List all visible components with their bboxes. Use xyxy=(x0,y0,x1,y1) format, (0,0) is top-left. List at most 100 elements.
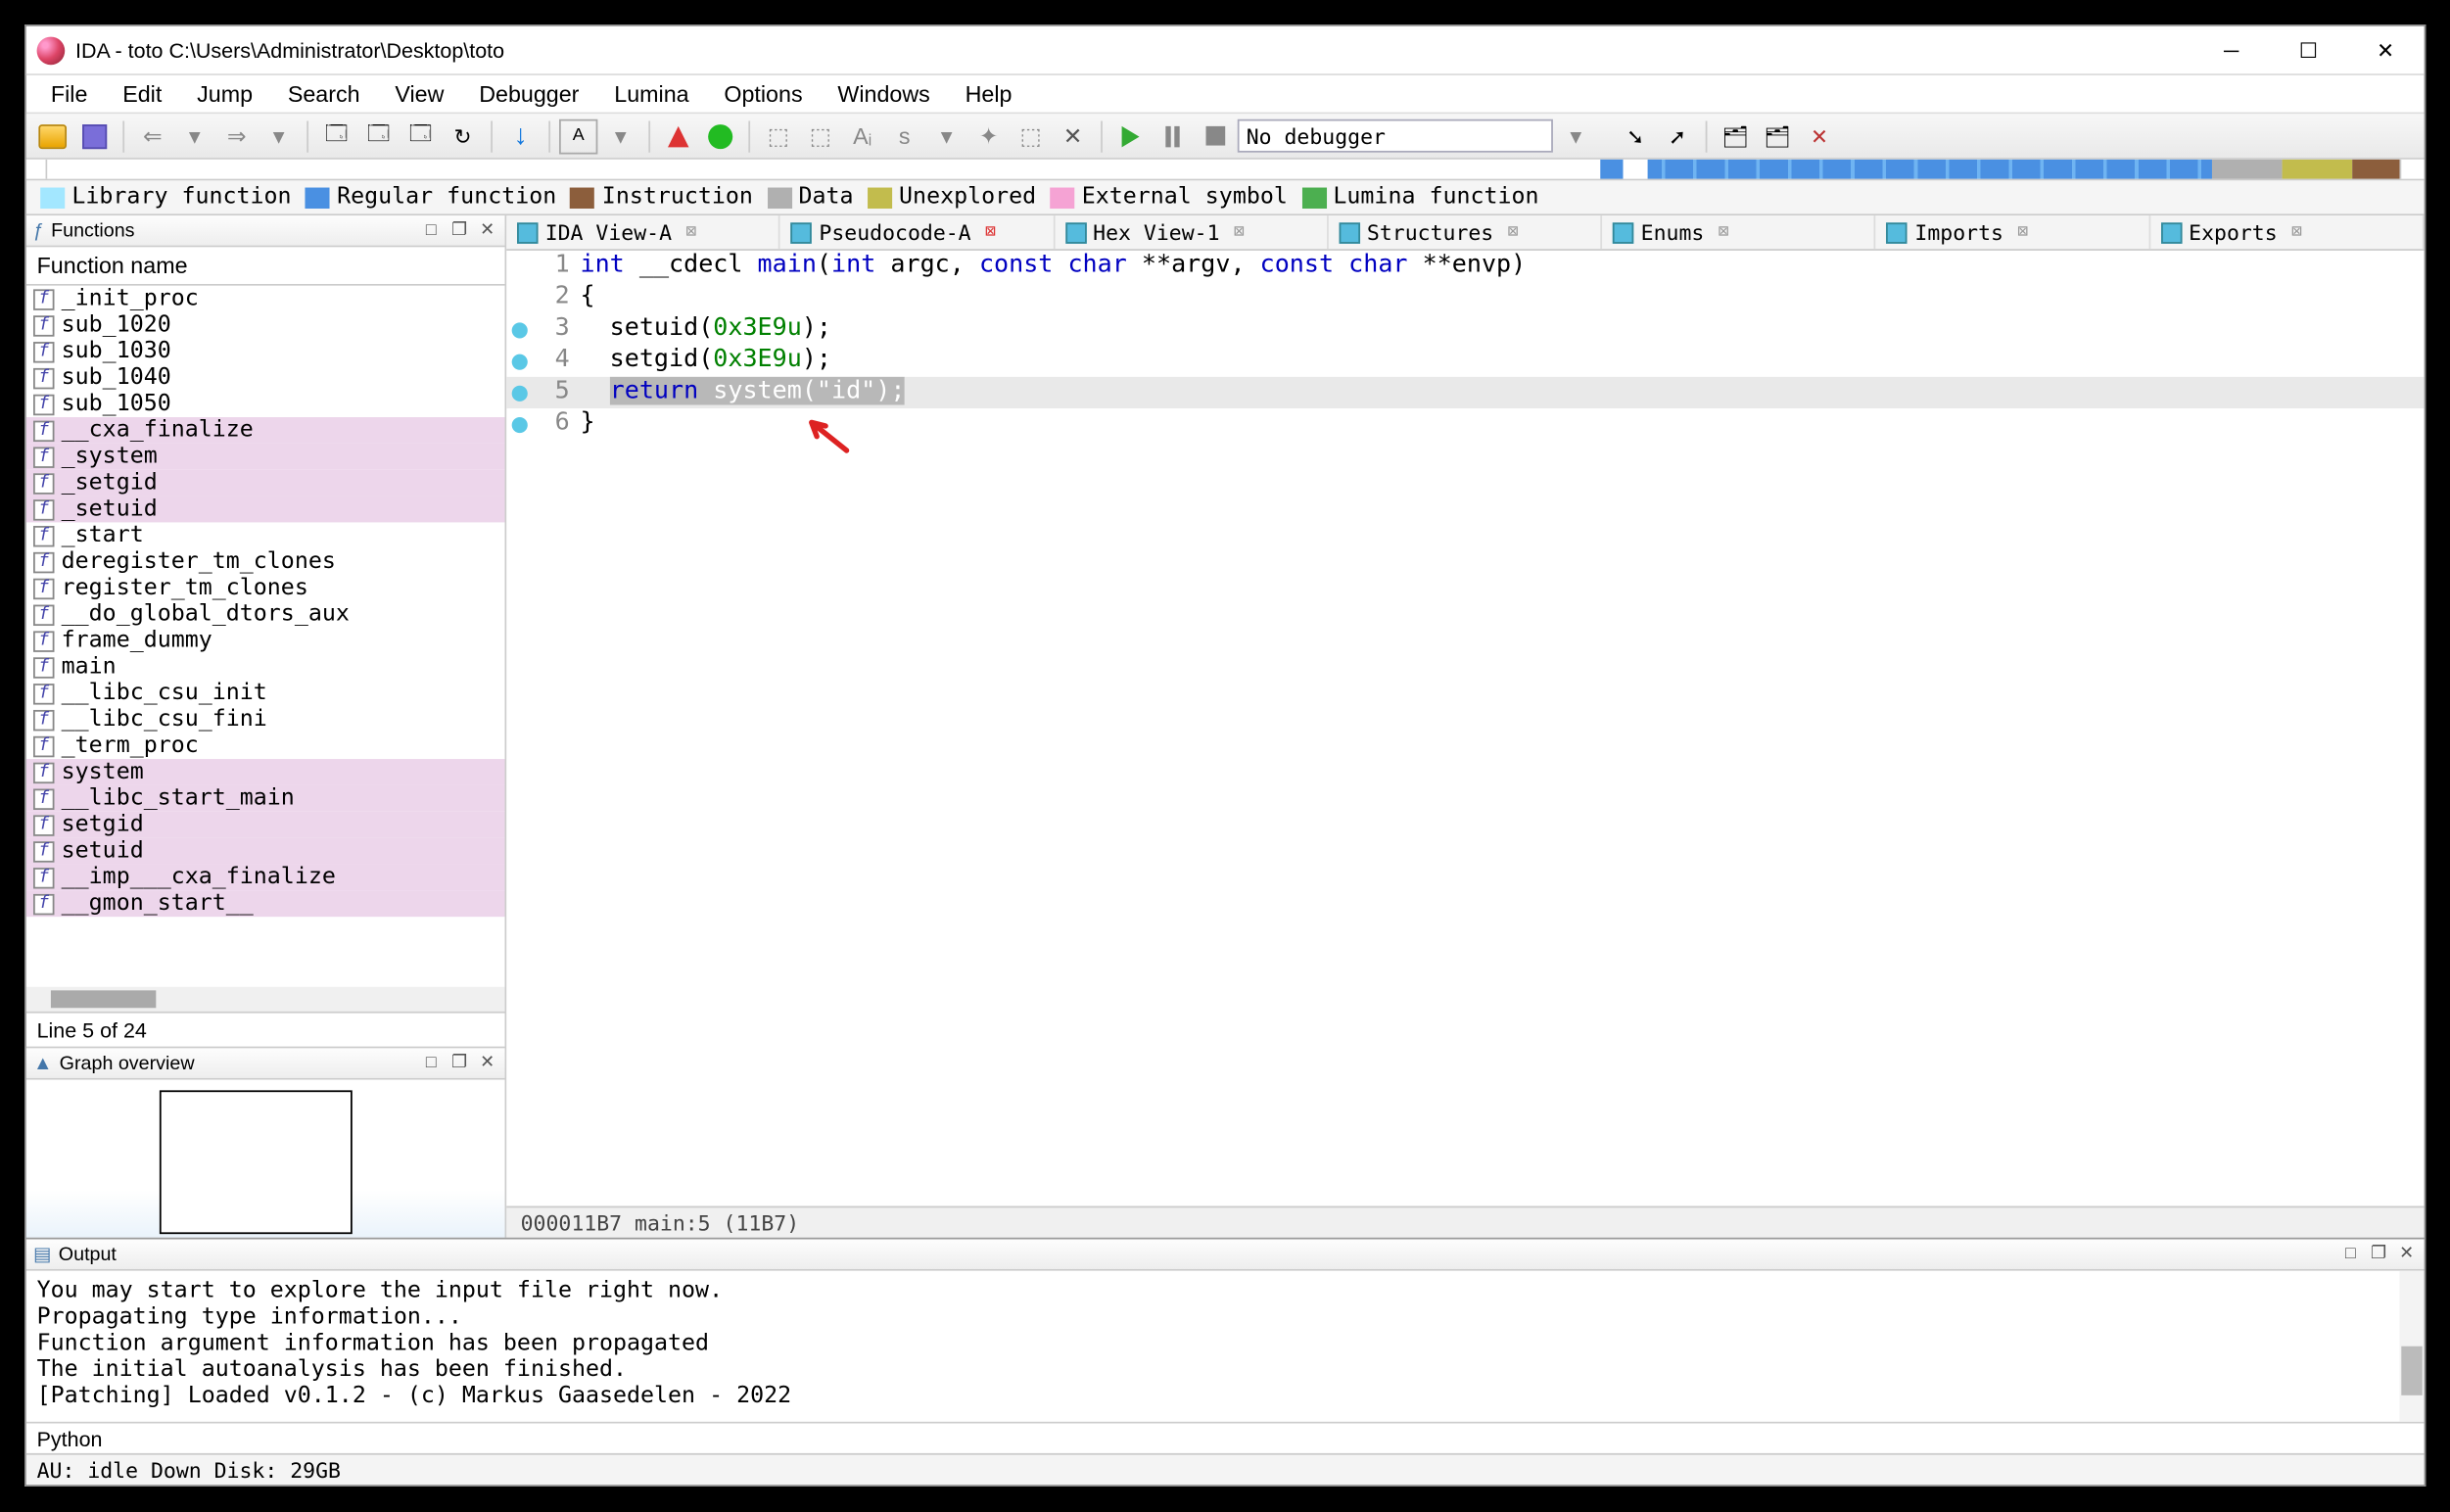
graph-dock-button[interactable]: □ xyxy=(419,1053,444,1073)
code-line[interactable]: 5 return system("id"); xyxy=(506,377,2424,408)
function-item[interactable]: f_system xyxy=(26,444,505,470)
tool-f[interactable]: ✦ xyxy=(969,118,1008,154)
function-item[interactable]: f__cxa_finalize xyxy=(26,417,505,444)
function-item[interactable]: f_term_proc xyxy=(26,732,505,759)
close-button[interactable]: ✕ xyxy=(2347,25,2425,74)
forward-dd-button[interactable]: ▾ xyxy=(259,118,298,154)
navigation-bar[interactable] xyxy=(26,160,2425,180)
function-item[interactable]: fframe_dummy xyxy=(26,628,505,654)
maximize-button[interactable]: ☐ xyxy=(2270,25,2347,74)
tab-close-icon[interactable]: ⊠ xyxy=(1508,222,1519,242)
panel-dock-button[interactable]: □ xyxy=(419,220,444,241)
menu-edit[interactable]: Edit xyxy=(105,77,179,111)
panel-close-button[interactable]: ✕ xyxy=(475,220,499,241)
function-item[interactable]: f_init_proc xyxy=(26,286,505,312)
function-item[interactable]: fsub_1020 xyxy=(26,312,505,339)
function-item[interactable]: f_setgid xyxy=(26,470,505,496)
function-item[interactable]: f__libc_start_main xyxy=(26,785,505,812)
breakpoint-icon[interactable] xyxy=(659,118,697,154)
tab-ida-view-a[interactable]: IDA View-A⊠ xyxy=(506,215,780,249)
breakpoint-gutter[interactable] xyxy=(506,377,531,408)
code-line[interactable]: 6} xyxy=(506,408,2424,440)
output-vscroll[interactable] xyxy=(2400,1271,2425,1422)
functions-hscroll[interactable] xyxy=(26,987,505,1012)
segment-button-3[interactable]: 🗔 xyxy=(401,118,440,154)
function-item[interactable]: f__do_global_dtors_aux xyxy=(26,601,505,628)
graph-overview-rect[interactable] xyxy=(160,1090,353,1234)
function-item[interactable]: fsub_1030 xyxy=(26,338,505,364)
back-dd-button[interactable]: ▾ xyxy=(175,118,213,154)
tab-close-icon[interactable]: ⊠ xyxy=(685,222,696,242)
function-item[interactable]: fsystem xyxy=(26,759,505,785)
function-item[interactable]: fmain xyxy=(26,654,505,681)
graph-overview-body[interactable] xyxy=(26,1080,505,1238)
text-mode-dd[interactable]: ▾ xyxy=(601,118,639,154)
function-item[interactable]: fsetgid xyxy=(26,812,505,838)
code-line[interactable]: 4 setgid(0x3E9u); xyxy=(506,346,2424,377)
menu-options[interactable]: Options xyxy=(706,77,820,111)
graph-close-button[interactable]: ✕ xyxy=(475,1053,499,1073)
back-button[interactable]: ⇐ xyxy=(133,118,171,154)
function-item[interactable]: fsetuid xyxy=(26,838,505,865)
output-close-button[interactable]: ✕ xyxy=(2394,1244,2419,1264)
tool-g[interactable]: ⬚ xyxy=(1012,118,1050,154)
tab-close-icon[interactable]: ⊠ xyxy=(985,222,996,242)
code-line[interactable]: 3 setuid(0x3E9u); xyxy=(506,313,2424,345)
menu-search[interactable]: Search xyxy=(270,77,378,111)
breakpoint-gutter[interactable] xyxy=(506,251,531,282)
step-out-button[interactable]: ➚ xyxy=(1658,118,1696,154)
code-line[interactable]: 1int __cdecl main(int argc, const char *… xyxy=(506,251,2424,282)
plugin-button-2[interactable]: 🗂 xyxy=(1758,118,1796,154)
function-item[interactable]: fsub_1040 xyxy=(26,364,505,391)
minimize-button[interactable]: ─ xyxy=(2192,25,2270,74)
tab-imports[interactable]: Imports⊠ xyxy=(1876,215,2150,249)
function-item[interactable]: f_setuid xyxy=(26,496,505,523)
debugger-dd[interactable]: ▾ xyxy=(1557,118,1595,154)
tab-hex-view-1[interactable]: Hex View-1⊠ xyxy=(1055,215,1329,249)
functions-column-header[interactable]: Function name xyxy=(26,247,505,285)
menu-windows[interactable]: Windows xyxy=(820,77,947,111)
function-item[interactable]: fsub_1050 xyxy=(26,391,505,417)
menu-debugger[interactable]: Debugger xyxy=(461,77,596,111)
breakpoint-gutter[interactable] xyxy=(506,408,531,440)
graph-restore-button[interactable]: ❐ xyxy=(447,1053,471,1073)
debug-play-button[interactable] xyxy=(1111,118,1150,154)
plugin-button-1[interactable]: 🗂 xyxy=(1716,118,1754,154)
tab-structures[interactable]: Structures⊠ xyxy=(1329,215,1603,249)
breakpoint-gutter[interactable] xyxy=(506,346,531,377)
breakpoint-gutter[interactable] xyxy=(506,282,531,313)
debug-stop-button[interactable] xyxy=(1196,118,1234,154)
function-item[interactable]: fderegister_tm_clones xyxy=(26,548,505,575)
segment-button-2[interactable]: 🗔 xyxy=(359,118,398,154)
run-icon[interactable] xyxy=(701,118,739,154)
save-button[interactable] xyxy=(75,118,114,154)
menu-help[interactable]: Help xyxy=(948,77,1030,111)
function-item[interactable]: f__gmon_start__ xyxy=(26,890,505,917)
functions-list[interactable]: f_init_procfsub_1020fsub_1030fsub_1040fs… xyxy=(26,286,505,987)
tab-pseudocode-a[interactable]: Pseudocode-A⊠ xyxy=(780,215,1055,249)
function-item[interactable]: f__libc_csu_init xyxy=(26,681,505,707)
tool-b[interactable]: ⬚ xyxy=(801,118,839,154)
tab-close-icon[interactable]: ⊠ xyxy=(1719,222,1729,242)
menu-jump[interactable]: Jump xyxy=(179,77,270,111)
plugin-button-3[interactable]: ✕ xyxy=(1800,118,1838,154)
tool-a[interactable]: ⬚ xyxy=(759,118,797,154)
tab-close-icon[interactable]: ⊠ xyxy=(1234,222,1245,242)
debug-pause-button[interactable] xyxy=(1154,118,1192,154)
tool-c[interactable]: Aᵢ xyxy=(843,118,881,154)
tool-h[interactable]: ✕ xyxy=(1054,118,1092,154)
step-in-button[interactable]: ➘ xyxy=(1616,118,1654,154)
tab-exports[interactable]: Exports⊠ xyxy=(2150,215,2425,249)
forward-button[interactable]: ⇒ xyxy=(217,118,256,154)
tab-close-icon[interactable]: ⊠ xyxy=(2017,222,2028,242)
tool-e[interactable]: ▾ xyxy=(927,118,966,154)
text-mode-button[interactable]: A xyxy=(559,118,597,154)
python-console-label[interactable]: Python xyxy=(26,1422,2425,1453)
code-line[interactable]: 2{ xyxy=(506,282,2424,313)
function-item[interactable]: f__libc_csu_fini xyxy=(26,706,505,732)
menu-view[interactable]: View xyxy=(377,77,461,111)
panel-restore-button[interactable]: ❐ xyxy=(447,220,471,241)
segment-button-1[interactable]: 🗔 xyxy=(317,118,355,154)
tool-d[interactable]: s xyxy=(885,118,923,154)
output-restore-button[interactable]: ❐ xyxy=(2367,1244,2391,1264)
